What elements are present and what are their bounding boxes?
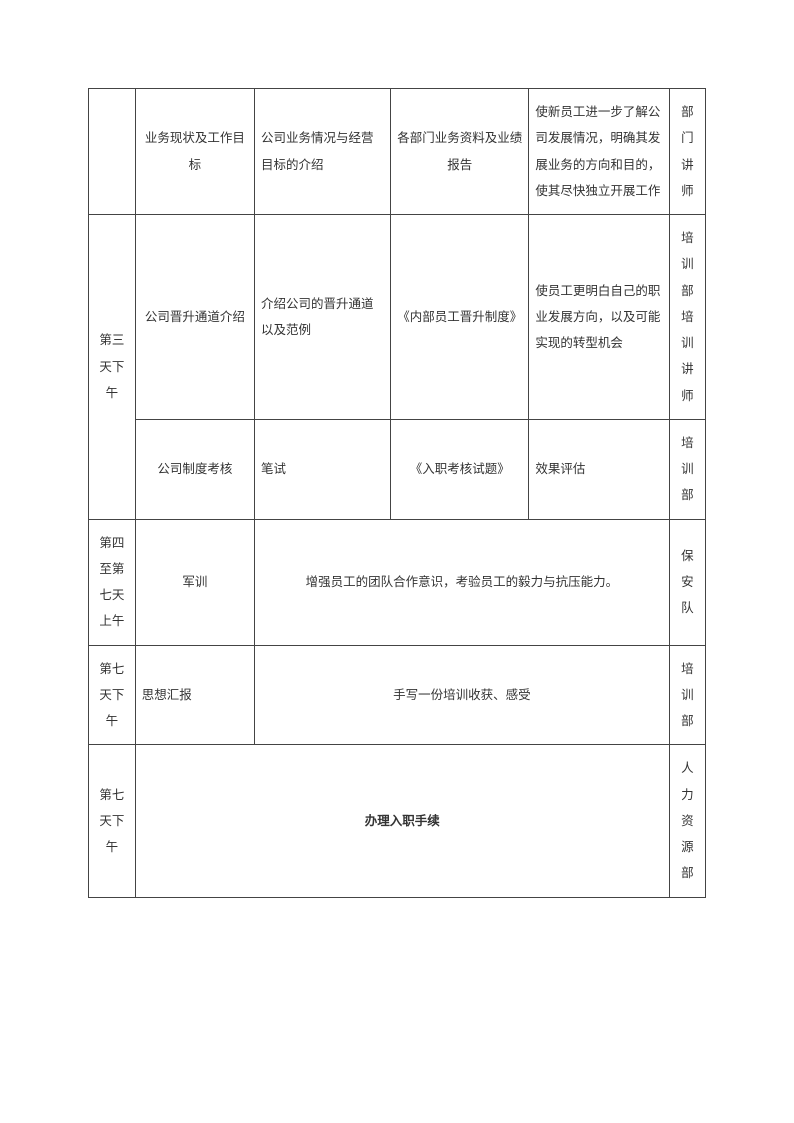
cell-time: [89, 89, 136, 215]
cell-instructor: 人力资源部: [669, 745, 705, 897]
training-schedule-table: 业务现状及工作目标 公司业务情况与经营目标的介绍 各部门业务资料及业绩报告 使新…: [88, 88, 706, 898]
cell-content: 公司业务情况与经营目标的介绍: [254, 89, 390, 215]
cell-merged-content: 手写一份培训收获、感受: [254, 645, 669, 745]
cell-topic: 军训: [135, 519, 254, 645]
cell-content: 介绍公司的晋升通道以及范例: [254, 215, 390, 420]
cell-merged-content: 增强员工的团队合作意识，考验员工的毅力与抗压能力。: [254, 519, 669, 645]
cell-topic: 业务现状及工作目标: [135, 89, 254, 215]
cell-time: 第三天下午: [89, 215, 136, 520]
cell-purpose: 使员工更明白自己的职业发展方向，以及可能实现的转型机会: [529, 215, 669, 420]
cell-content: 笔试: [254, 419, 390, 519]
table-row: 业务现状及工作目标 公司业务情况与经营目标的介绍 各部门业务资料及业绩报告 使新…: [89, 89, 706, 215]
cell-instructor: 培训部培训讲师: [669, 215, 705, 420]
cell-time: 第四至第七天上午: [89, 519, 136, 645]
table-row: 第七天下午 办理入职手续 人力资源部: [89, 745, 706, 897]
cell-topic: 思想汇报: [135, 645, 254, 745]
cell-topic: 公司制度考核: [135, 419, 254, 519]
cell-material: 《内部员工晋升制度》: [391, 215, 529, 420]
cell-instructor: 保安队: [669, 519, 705, 645]
table-row: 公司制度考核 笔试 《入职考核试题》 效果评估 培训部: [89, 419, 706, 519]
cell-instructor: 培训部: [669, 645, 705, 745]
table-row: 第四至第七天上午 军训 增强员工的团队合作意识，考验员工的毅力与抗压能力。 保安…: [89, 519, 706, 645]
cell-instructor: 部门讲师: [669, 89, 705, 215]
cell-purpose: 效果评估: [529, 419, 669, 519]
cell-topic: 公司晋升通道介绍: [135, 215, 254, 420]
cell-time: 第七天下午: [89, 645, 136, 745]
cell-material: 各部门业务资料及业绩报告: [391, 89, 529, 215]
cell-purpose: 使新员工进一步了解公司发展情况，明确其发展业务的方向和目的，使其尽快独立开展工作: [529, 89, 669, 215]
cell-material: 《入职考核试题》: [391, 419, 529, 519]
table-row: 第七天下午 思想汇报 手写一份培训收获、感受 培训部: [89, 645, 706, 745]
cell-instructor: 培训部: [669, 419, 705, 519]
cell-merged-content: 办理入职手续: [135, 745, 669, 897]
cell-time: 第七天下午: [89, 745, 136, 897]
table-row: 第三天下午 公司晋升通道介绍 介绍公司的晋升通道以及范例 《内部员工晋升制度》 …: [89, 215, 706, 420]
